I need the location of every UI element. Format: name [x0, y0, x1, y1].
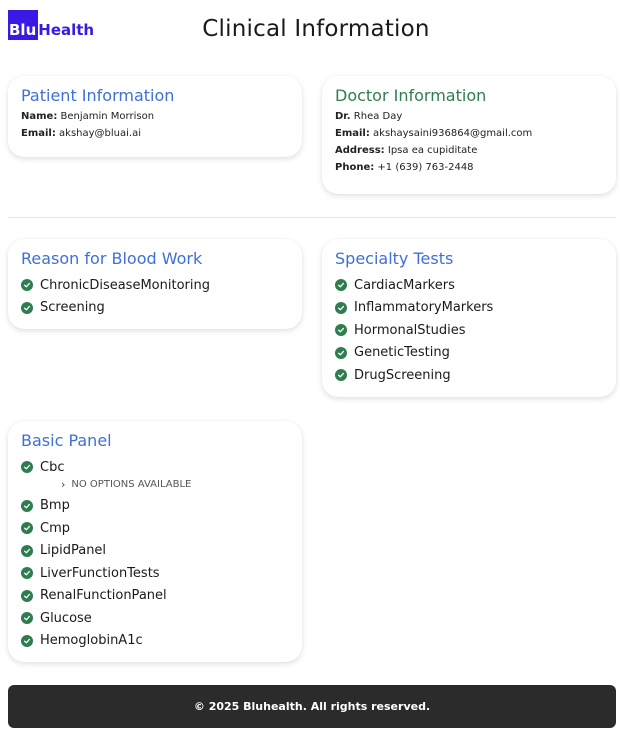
doctor-email-line: Email: akshaysaini936864@gmail.com [335, 128, 603, 139]
patient-info-card: Patient Information Name: Benjamin Morri… [8, 76, 302, 157]
list-item: HormonalStudies [335, 319, 603, 342]
doctor-address-value: Ipsa ea cupiditate [387, 145, 478, 156]
doctor-info-card: Doctor Information Dr. Rhea Day Email: a… [322, 76, 616, 194]
list-item: RenalFunctionPanel [21, 585, 289, 608]
list-item-label: ChronicDiseaseMonitoring [40, 277, 210, 293]
list-item-label: Bmp [40, 498, 70, 514]
doctor-address-line: Address: Ipsa ea cupiditate [335, 145, 603, 156]
list-item: Cmp [21, 517, 289, 540]
check-circle-icon [335, 346, 347, 359]
doctor-name-line: Dr. Rhea Day [335, 111, 603, 122]
check-circle-icon [21, 544, 33, 557]
footer-copyright: © 2025 Bluhealth. All rights reserved. [193, 700, 431, 713]
doctor-info-title: Doctor Information [335, 86, 487, 105]
list-item: ChronicDiseaseMonitoring [21, 274, 289, 297]
page-title: Clinical Information [202, 16, 430, 42]
check-circle-icon [21, 522, 33, 535]
check-circle-icon [335, 324, 347, 337]
list-item: DrugScreening [335, 364, 603, 387]
list-item: Glucose [21, 607, 289, 630]
check-circle-icon [335, 279, 347, 292]
list-item-label: LiverFunctionTests [40, 565, 160, 581]
patient-name-value: Benjamin Morrison [60, 111, 155, 122]
basic-panel-title: Basic Panel [21, 431, 112, 450]
check-circle-icon [21, 461, 33, 474]
basic-panel-card: Basic Panel Cbc › NO OPTIONS AVAILABLE Bm… [8, 421, 302, 662]
list-item-label: Glucose [40, 610, 92, 626]
doctor-phone-value: +1 (639) 763-2448 [377, 162, 474, 173]
check-circle-icon [335, 301, 347, 314]
list-item: LipidPanel [21, 540, 289, 563]
cbc-options-note: NO OPTIONS AVAILABLE [71, 479, 192, 490]
doctor-name-value: Rhea Day [353, 111, 403, 122]
check-circle-icon [21, 567, 33, 580]
list-item: GeneticTesting [335, 342, 603, 365]
doctor-email-value: akshaysaini936864@gmail.com [373, 128, 533, 139]
list-item-label: Cbc [40, 459, 65, 475]
check-circle-icon [21, 612, 33, 625]
list-item-label: Cmp [40, 520, 70, 536]
list-item: CardiacMarkers [335, 274, 603, 297]
doctor-email-label: Email: [335, 128, 370, 139]
check-circle-icon [21, 279, 33, 292]
reason-title: Reason for Blood Work [21, 249, 203, 268]
list-item-label: RenalFunctionPanel [40, 588, 167, 604]
check-circle-icon [21, 499, 33, 512]
doctor-phone-label: Phone: [335, 162, 375, 173]
list-item: LiverFunctionTests [21, 562, 289, 585]
list-item: Screening [21, 297, 289, 320]
list-item-label: HormonalStudies [354, 322, 466, 338]
section-divider [8, 217, 616, 218]
list-item-label: CardiacMarkers [354, 277, 455, 293]
cbc-options-toggle[interactable]: › NO OPTIONS AVAILABLE [21, 477, 289, 493]
patient-name-label: Name: [21, 111, 58, 122]
patient-email-label: Email: [21, 128, 56, 139]
doctor-phone-line: Phone: +1 (639) 763-2448 [335, 162, 603, 173]
specialty-tests-card: Specialty Tests CardiacMarkers Inflammat… [322, 239, 616, 397]
check-circle-icon [21, 634, 33, 647]
specialty-tests-title: Specialty Tests [335, 249, 454, 268]
list-item: Bmp [21, 495, 289, 518]
list-item: InflammatoryMarkers [335, 297, 603, 320]
reason-card: Reason for Blood Work ChronicDiseaseMoni… [8, 239, 302, 329]
list-item-label: GeneticTesting [354, 345, 450, 361]
patient-email-line: Email: akshay@bluai.ai [21, 128, 289, 139]
patient-email-value: akshay@bluai.ai [59, 128, 142, 139]
list-item-label: HemoglobinA1c [40, 633, 143, 649]
list-item: HemoglobinA1c [21, 630, 289, 653]
list-item-label: DrugScreening [354, 367, 451, 383]
patient-name-line: Name: Benjamin Morrison [21, 111, 289, 122]
list-item: Cbc [21, 456, 289, 479]
check-circle-icon [21, 589, 33, 602]
list-item-label: Screening [40, 300, 105, 316]
doctor-name-label: Dr. [335, 111, 351, 122]
list-item-label: InflammatoryMarkers [354, 300, 494, 316]
footer: © 2025 Bluhealth. All rights reserved. [8, 685, 616, 728]
check-circle-icon [335, 369, 347, 382]
doctor-address-label: Address: [335, 145, 385, 156]
patient-info-title: Patient Information [21, 86, 175, 105]
list-item-label: LipidPanel [40, 543, 107, 559]
chevron-right-icon: › [61, 478, 66, 491]
check-circle-icon [21, 301, 33, 314]
